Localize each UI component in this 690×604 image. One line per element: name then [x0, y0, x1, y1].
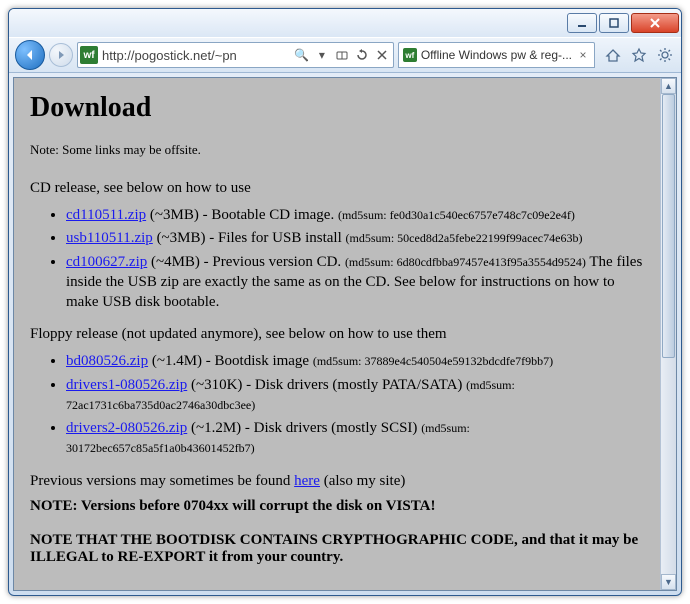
item-desc: (~3MB) - Files for USB install [153, 230, 346, 246]
site-favicon-icon: wf [80, 46, 98, 64]
tools-icon[interactable] [655, 45, 675, 65]
arrow-right-icon [55, 49, 67, 61]
refresh-icon[interactable] [353, 46, 371, 64]
cd-list: cd110511.zip (~3MB) - Bootable CD image.… [30, 205, 644, 312]
back-button[interactable] [15, 40, 45, 70]
floppy-list: bd080526.zip (~1.4M) - Bootdisk image (m… [30, 351, 644, 458]
window-titlebar [9, 9, 681, 37]
navigation-bar: wf 🔍 ▾ wf Offline Windows pw & reg-... × [9, 37, 681, 73]
page-viewport: Download Note: Some links may be offsite… [13, 77, 677, 591]
browser-tab[interactable]: wf Offline Windows pw & reg-... × [398, 42, 595, 68]
item-desc: (~1.2M) - Disk drivers (mostly SCSI) [187, 420, 421, 436]
floppy-intro: Floppy release (not updated anymore), se… [30, 326, 644, 343]
item-desc: (~310K) - Disk drivers (mostly PATA/SATA… [187, 377, 466, 393]
download-link[interactable]: bd080526.zip [66, 353, 148, 369]
page-content: Download Note: Some links may be offsite… [14, 78, 660, 590]
md5: (md5sum: 50ced8d2a5febe22199f99acec74e63… [346, 231, 583, 245]
forward-button[interactable] [49, 43, 73, 67]
prev-versions: Previous versions may sometimes be found… [30, 473, 644, 490]
download-link[interactable]: usb110511.zip [66, 230, 153, 246]
browser-window: wf 🔍 ▾ wf Offline Windows pw & reg-... × [8, 8, 682, 596]
md5: (md5sum: 37889e4c540504e59132bdcdfe7f9bb… [313, 354, 553, 368]
list-item: bd080526.zip (~1.4M) - Bootdisk image (m… [66, 351, 644, 371]
search-icon[interactable]: 🔍 [293, 46, 311, 64]
compat-view-icon[interactable] [333, 46, 351, 64]
vista-warning: NOTE: Versions before 0704xx will corrup… [30, 498, 644, 515]
toolbar-icons [603, 45, 675, 65]
list-item: drivers2-080526.zip (~1.2M) - Disk drive… [66, 418, 644, 459]
item-desc: (~1.4M) - Bootdisk image [148, 353, 313, 369]
download-link[interactable]: drivers2-080526.zip [66, 420, 187, 436]
list-item: cd100627.zip (~4MB) - Previous version C… [66, 252, 644, 313]
arrow-left-icon [22, 47, 38, 63]
prev-versions-link[interactable]: here [294, 473, 320, 489]
list-item: usb110511.zip (~3MB) - Files for USB ins… [66, 228, 644, 248]
home-icon[interactable] [603, 45, 623, 65]
tab-close-icon[interactable]: × [576, 48, 590, 62]
prev-post: (also my site) [320, 473, 405, 489]
list-item: drivers1-080526.zip (~310K) - Disk drive… [66, 375, 644, 416]
scroll-up-icon[interactable]: ▲ [661, 78, 676, 94]
minimize-button[interactable] [567, 13, 597, 33]
tab-title: Offline Windows pw & reg-... [421, 48, 572, 62]
scroll-track[interactable] [661, 94, 676, 574]
cd-intro: CD release, see below on how to use [30, 180, 644, 197]
download-link[interactable]: cd100627.zip [66, 254, 147, 270]
url-input[interactable] [100, 47, 291, 64]
stop-icon[interactable] [373, 46, 391, 64]
close-button[interactable] [631, 13, 679, 33]
scroll-thumb[interactable] [662, 94, 675, 358]
md5: (md5sum: 6d80cdfbba97457e413f95a3554d952… [345, 255, 586, 269]
address-bar[interactable]: wf 🔍 ▾ [77, 42, 394, 68]
list-item: cd110511.zip (~3MB) - Bootable CD image.… [66, 205, 644, 225]
tab-favicon-icon: wf [403, 48, 417, 62]
dropdown-icon[interactable]: ▾ [313, 46, 331, 64]
scroll-down-icon[interactable]: ▼ [661, 574, 676, 590]
download-link[interactable]: drivers1-080526.zip [66, 377, 187, 393]
md5: (md5sum: fe0d30a1c540ec6757e748c7c09e2e4… [338, 208, 575, 222]
crypto-warning: NOTE THAT THE BOOTDISK CONTAINS CRYPTHOG… [30, 532, 644, 566]
item-desc: (~3MB) - Bootable CD image. [146, 207, 338, 223]
vertical-scrollbar[interactable]: ▲ ▼ [660, 78, 676, 590]
item-desc: (~4MB) - Previous version CD. [147, 254, 345, 270]
prev-pre: Previous versions may sometimes be found [30, 473, 294, 489]
maximize-button[interactable] [599, 13, 629, 33]
offsite-note: Note: Some links may be offsite. [30, 142, 644, 158]
favorites-icon[interactable] [629, 45, 649, 65]
download-link[interactable]: cd110511.zip [66, 207, 146, 223]
page-heading: Download [30, 92, 644, 124]
